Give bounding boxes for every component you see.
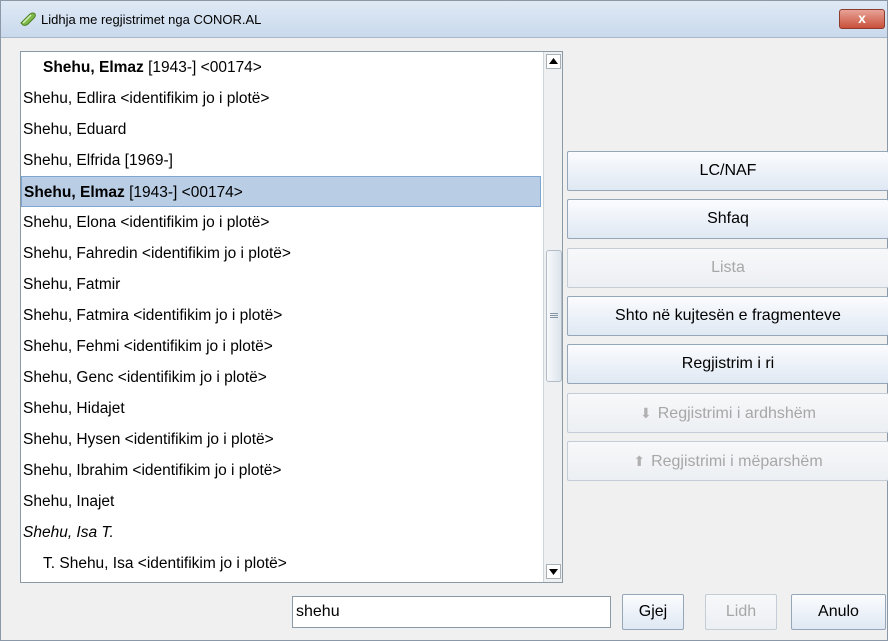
grip-line: [550, 315, 558, 316]
list-item-text: Shehu, Inajet: [23, 493, 115, 510]
dialog-window: Lidhja me regjistrimet nga CONOR.AL x Sh…: [0, 0, 888, 641]
side-button-4[interactable]: Regjistrim i ri: [567, 344, 888, 384]
list-item-text: Shehu, Eduard: [23, 121, 127, 138]
arrow-up-icon: [549, 58, 558, 64]
list-item[interactable]: Shehu, Fahredin <identifikim jo i plotë>: [21, 238, 541, 269]
list-item[interactable]: Shehu, Isa T.: [21, 517, 541, 548]
results-list[interactable]: Shehu, Elmaz [1943-] <00174> Shehu, Edlir…: [20, 51, 563, 583]
scroll-down-button[interactable]: [546, 564, 561, 579]
list-item-text: Shehu, Genc <identifikim jo i plotë>: [23, 369, 267, 386]
list-item-text: Shehu, Fahredin <identifikim jo i plotë>: [23, 245, 291, 262]
list-item-text: Shehu, Hidajet: [23, 400, 125, 417]
link-button[interactable]: Lidh: [705, 594, 777, 630]
list-item-text: Shehu, Hysen <identifikim jo i plotë>: [23, 431, 274, 448]
list-scrollbar[interactable]: [543, 52, 562, 582]
search-button[interactable]: Gjej: [622, 594, 684, 630]
side-button-label: Shto në kujtesën e fragmenteve: [615, 307, 841, 324]
list-item[interactable]: Shehu, Fehmi <identifikim jo i plotë>: [21, 331, 541, 362]
side-button-label: Regjistrimi i ardhshëm: [657, 405, 816, 422]
link-chain-icon: [20, 12, 36, 26]
side-button-0[interactable]: LC/NAF: [567, 151, 888, 191]
window-title: Lidhja me regjistrimet nga CONOR.AL: [41, 12, 262, 27]
list-item[interactable]: Shehu, Fatmira <identifikim jo i plotë>: [21, 300, 541, 331]
side-button-label: Regjistrim i ri: [681, 355, 775, 372]
list-item-name: Shehu, Elmaz: [24, 184, 125, 201]
list-item-text: Shehu, Isa T.: [23, 524, 114, 541]
list-item-text: Shehu, Ibrahim <identifikim jo i plotë>: [23, 462, 282, 479]
arrow-down-icon: ⬇: [640, 405, 652, 421]
grip-line: [550, 317, 558, 318]
grip-line: [550, 313, 558, 314]
list-item[interactable]: Shehu, Elmaz [1943-] <00174>: [21, 52, 541, 83]
list-item[interactable]: Shehu, Fatmir: [21, 269, 541, 300]
side-button-3[interactable]: Shto në kujtesën e fragmenteve: [567, 296, 888, 336]
side-button-label: Shfaq: [707, 210, 749, 227]
list-item-text: T. Shehu, Isa <identifikim jo i plotë>: [43, 555, 287, 572]
list-item-text: Shehu, Fatmira <identifikim jo i plotë>: [23, 307, 283, 324]
list-item[interactable]: T. Shehu, Isa <identifikim jo i plotë>: [21, 548, 541, 579]
list-item[interactable]: Shehu, Inajet: [21, 486, 541, 517]
arrow-up-icon: ⬆: [633, 453, 646, 469]
list-item-text: Shehu, Edlira <identifikim jo i plotë>: [23, 90, 270, 107]
cancel-button[interactable]: Anulo: [791, 594, 886, 630]
list-item[interactable]: Shehu, Eduard: [21, 114, 541, 145]
list-item[interactable]: Shehu, Ibrahim <identifikim jo i plotë>: [21, 455, 541, 486]
list-item[interactable]: Shehu, Elfrida [1969-]: [21, 145, 541, 176]
arrow-down-icon: [549, 569, 558, 575]
title-bar[interactable]: Lidhja me regjistrimet nga CONOR.AL x: [1, 1, 887, 38]
list-item[interactable]: Shehu, Genc <identifikim jo i plotë>: [21, 362, 541, 393]
list-item-text: Shehu, Fehmi <identifikim jo i plotë>: [23, 338, 273, 355]
scroll-up-button[interactable]: [546, 54, 561, 69]
search-input[interactable]: [292, 596, 611, 628]
list-item[interactable]: Shehu, Elona <identifikim jo i plotë>: [21, 207, 541, 238]
list-item-text: [1943-] <00174>: [124, 184, 243, 201]
list-item-name: Shehu, Elmaz: [43, 59, 144, 76]
list-item-text: [1943-] <00174>: [143, 59, 262, 76]
side-button-label: Lista: [711, 259, 745, 276]
side-button-1[interactable]: Shfaq: [567, 199, 888, 239]
side-button-2[interactable]: Lista: [567, 248, 888, 288]
list-item-text: Shehu, Elona <identifikim jo i plotë>: [23, 214, 270, 231]
side-button-5[interactable]: ⬇ Regjistrimi i ardhshëm: [567, 393, 888, 433]
list-item-text: Shehu, Fatmir: [23, 276, 121, 293]
side-button-label: Regjistrimi i mëparshëm: [651, 453, 823, 470]
list-item-text: Shehu, Elfrida [1969-]: [23, 152, 173, 169]
side-button-label: LC/NAF: [699, 162, 757, 179]
scroll-thumb[interactable]: [546, 250, 562, 382]
list-item[interactable]: Shehu, Hysen <identifikim jo i plotë>: [21, 424, 541, 455]
side-button-6[interactable]: ⬆ Regjistrimi i mëparshëm: [567, 441, 888, 481]
list-item[interactable]: Shehu, Edlira <identifikim jo i plotë>: [21, 83, 541, 114]
list-item-selected[interactable]: Shehu, Elmaz [1943-] <00174>: [21, 176, 541, 207]
list-item[interactable]: Shehu, Hidajet: [21, 393, 541, 424]
close-button[interactable]: x: [839, 9, 885, 29]
